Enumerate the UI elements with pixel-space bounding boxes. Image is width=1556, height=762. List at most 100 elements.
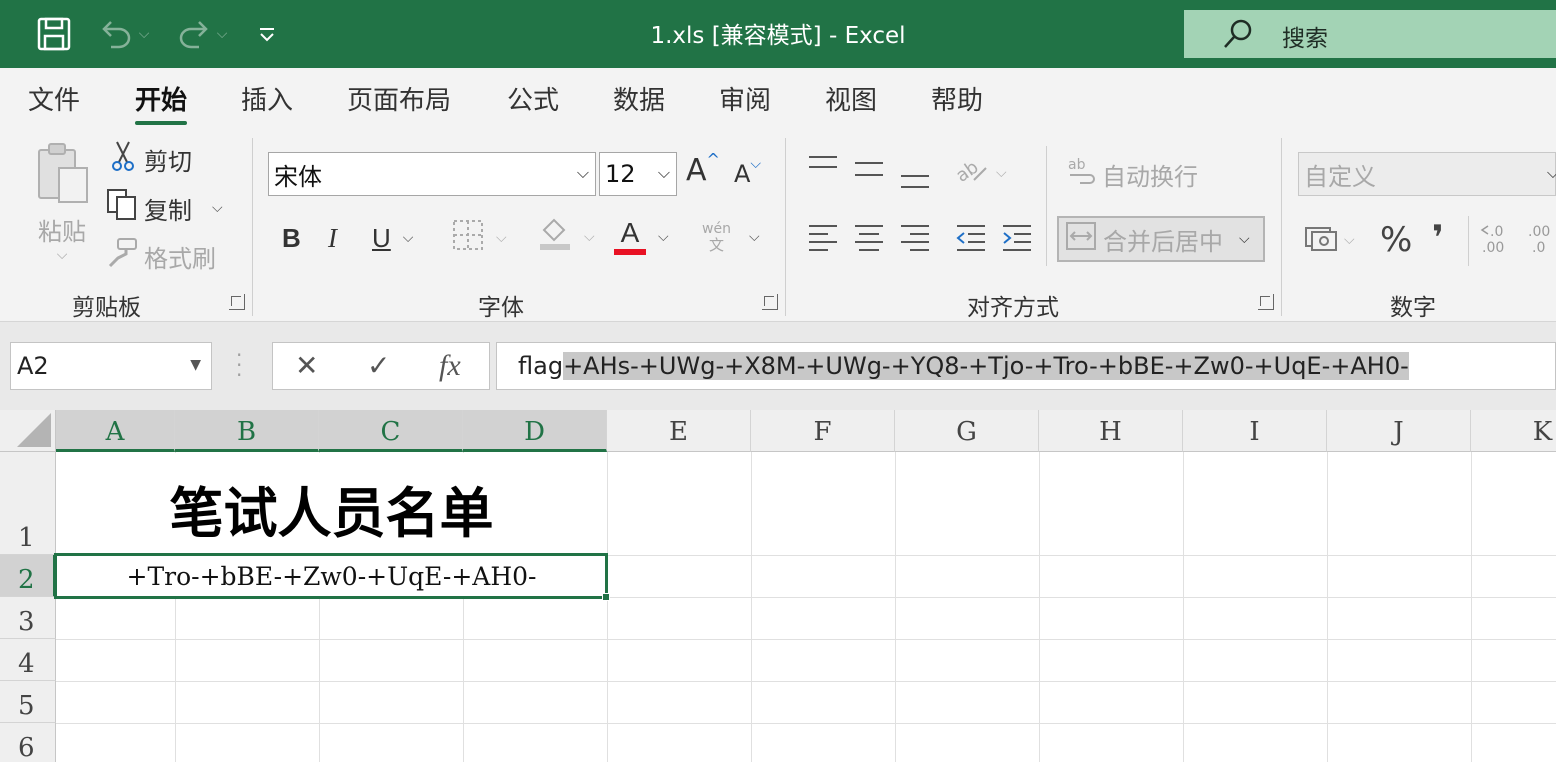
save-icon[interactable] (34, 14, 74, 54)
accounting-format-button[interactable]: ⌵ (1304, 222, 1355, 258)
font-launcher-icon[interactable] (762, 294, 778, 310)
formula-bar-grip-icon[interactable]: · · · (236, 345, 242, 385)
align-left-icon[interactable] (808, 222, 838, 252)
column-header-f[interactable]: F (751, 410, 895, 452)
row-header-4[interactable]: 4 (0, 639, 56, 681)
name-box[interactable]: A2 ▼ (10, 342, 212, 390)
font-size-combo[interactable]: 12 ⌵ (599, 152, 677, 196)
percent-button[interactable]: % (1380, 220, 1412, 260)
font-name-combo[interactable]: 宋体 ⌵ (268, 152, 596, 196)
bold-button[interactable]: B (282, 220, 301, 256)
tab-page-layout[interactable]: 页面布局 (347, 80, 451, 117)
format-painter-button[interactable]: 格式刷 (106, 238, 216, 274)
row-header-5[interactable]: 5 (0, 681, 56, 723)
svg-text:ab: ab (1068, 157, 1086, 173)
increase-indent-icon[interactable] (1002, 222, 1032, 252)
fill-handle[interactable] (602, 593, 610, 601)
tab-view[interactable]: 视图 (825, 80, 877, 117)
paste-button[interactable]: 粘贴 ⌵ (30, 140, 94, 270)
worksheet-grid[interactable]: A B C D E F G H I J K 1 2 3 4 5 6 笔试人员名单… (0, 410, 1556, 762)
accounting-icon (1304, 222, 1338, 258)
row-header-1[interactable]: 1 (0, 452, 56, 555)
cut-label: 剪切 (144, 147, 192, 176)
undo-icon[interactable]: ⌵ (94, 14, 154, 54)
row-header-6[interactable]: 6 (0, 723, 56, 762)
fill-color-button[interactable]: ⌵ (538, 218, 595, 256)
clipboard-launcher-icon[interactable] (229, 294, 245, 310)
align-center-icon[interactable] (854, 222, 884, 252)
group-label-alignment: 对齐方式 (967, 295, 1059, 321)
font-color-icon: A (614, 219, 646, 255)
number-format-combo[interactable]: 自定义 ⌵ (1298, 152, 1556, 196)
column-header-j[interactable]: J (1327, 410, 1471, 452)
increase-font-size-icon[interactable]: A ^ (686, 150, 720, 190)
font-size-value: 12 (605, 160, 636, 188)
decrease-indent-icon[interactable] (956, 222, 986, 252)
select-all-button[interactable] (0, 410, 56, 452)
enter-icon[interactable]: ✓ (367, 349, 390, 382)
cancel-icon[interactable]: ✕ (295, 349, 318, 382)
column-header-d[interactable]: D (463, 410, 607, 452)
cut-button[interactable]: 剪切 (108, 141, 192, 176)
tab-data[interactable]: 数据 (613, 80, 665, 117)
orientation-icon: ab (952, 154, 990, 192)
chevron-down-icon: ⌵ (748, 229, 760, 245)
column-header-i[interactable]: I (1183, 410, 1327, 452)
orientation-button[interactable]: ab ⌵ (952, 154, 1007, 192)
increase-decimal-icon[interactable]: .0.00 (1480, 222, 1516, 256)
ribbon-home: 粘贴 ⌵ 剪切 复制 ⌵ 格式刷 剪贴板 宋体 ⌵ 12 ⌵ A ^ A ⌵ B I… (0, 130, 1556, 322)
merge-icon (1065, 221, 1097, 257)
copy-dropdown-icon[interactable]: ⌵ (212, 200, 223, 216)
comma-style-button[interactable]: ❜ (1432, 218, 1444, 258)
row-header-2[interactable]: 2 (0, 555, 56, 597)
tab-help[interactable]: 帮助 (931, 80, 983, 117)
insert-function-icon[interactable]: fx (439, 349, 461, 383)
column-header-k[interactable]: K (1471, 410, 1556, 452)
column-header-e[interactable]: E (607, 410, 751, 452)
borders-button[interactable]: ⌵ (452, 220, 507, 256)
chevron-down-icon: ⌵ (996, 165, 1007, 181)
phonetic-guide-button[interactable]: wén 文 ⌵ (702, 218, 760, 256)
font-color-button[interactable]: A ⌵ (614, 216, 669, 258)
tab-formulas[interactable]: 公式 (507, 80, 559, 117)
merge-center-button[interactable]: 合并后居中 ⌵ (1057, 216, 1265, 262)
column-header-b[interactable]: B (175, 410, 319, 452)
tab-insert[interactable]: 插入 (241, 80, 293, 117)
top-align-icon[interactable] (808, 154, 838, 180)
column-header-c[interactable]: C (319, 410, 463, 452)
italic-button[interactable]: I (328, 220, 337, 256)
tab-review[interactable]: 审阅 (719, 80, 771, 117)
cell-a1-merged[interactable]: 笔试人员名单 (57, 453, 606, 555)
column-header-g[interactable]: G (895, 410, 1039, 452)
chevron-down-icon: ⌵ (1344, 232, 1355, 248)
bottom-align-icon[interactable] (900, 160, 930, 190)
alignment-launcher-icon[interactable] (1258, 294, 1274, 310)
redo-icon[interactable]: ⌵ (172, 14, 232, 54)
row-header-3[interactable]: 3 (0, 597, 56, 639)
column-header-h[interactable]: H (1039, 410, 1183, 452)
title-bar: ⌵ ⌵ 1.xls [兼容模式] - Excel 搜索 (0, 0, 1556, 68)
cell-a2-merged[interactable]: +Tro-+bBE-+Zw0-+UqE-+AH0- (57, 556, 606, 597)
copy-button[interactable]: 复制 ⌵ (106, 189, 223, 226)
chevron-down-icon: ⌵ (658, 229, 669, 245)
align-right-icon[interactable] (900, 222, 930, 252)
customize-qat-icon[interactable] (254, 14, 280, 54)
underline-button[interactable]: U ⌵ (372, 220, 413, 256)
svg-text:.0: .0 (1532, 240, 1545, 256)
chevron-down-icon[interactable]: ▼ (190, 357, 201, 373)
paste-label: 粘贴 (38, 218, 86, 246)
svg-text:ab: ab (954, 157, 983, 186)
wrap-text-label: 自动换行 (1102, 162, 1198, 191)
search-box[interactable]: 搜索 (1184, 10, 1556, 58)
tab-file[interactable]: 文件 (28, 80, 80, 117)
decrease-font-size-icon[interactable]: A ⌵ (734, 156, 761, 192)
chevron-down-icon: ⌵ (576, 163, 589, 182)
paste-icon (33, 140, 91, 210)
formula-input[interactable]: flag +AHs-+UWg-+X8M-+UWg-+YQ8-+Tjo-+Tro-+… (496, 342, 1556, 390)
middle-align-icon[interactable] (854, 154, 884, 184)
wrap-text-button[interactable]: ab 自动换行 (1066, 156, 1198, 192)
tab-home[interactable]: 开始 (135, 80, 188, 125)
column-header-a[interactable]: A (56, 410, 175, 452)
search-label: 搜索 (1282, 26, 1328, 52)
decrease-decimal-icon[interactable]: .00.0 (1526, 222, 1556, 256)
